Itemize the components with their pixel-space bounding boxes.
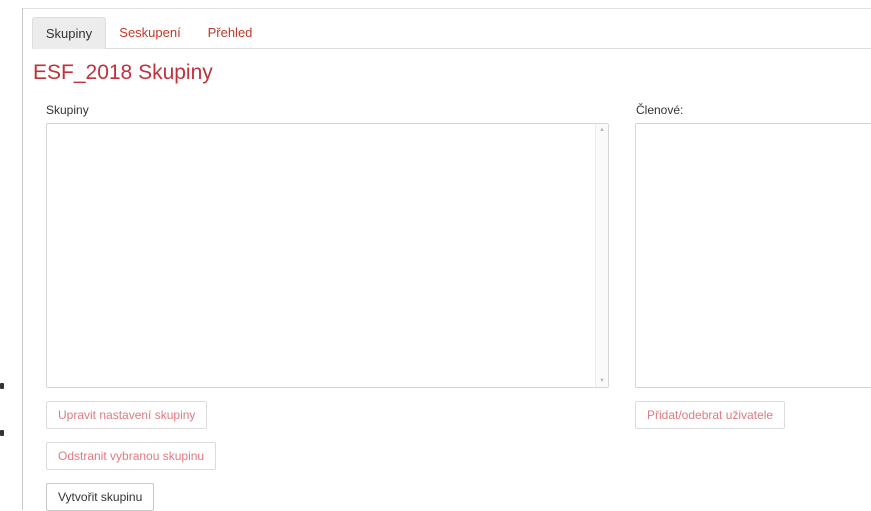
side-marker (0, 430, 4, 436)
tab-seskupeni[interactable]: Seskupení (110, 17, 190, 48)
frame-top-border (22, 8, 871, 9)
scroll-down-icon[interactable]: ▼ (599, 378, 605, 384)
side-marker (0, 383, 4, 389)
tab-prehled[interactable]: Přehled (198, 17, 262, 48)
tab-bar: Skupiny Seskupení Přehled (32, 17, 871, 49)
remove-group-button[interactable]: Odstranit vybranou skupinu (46, 442, 217, 470)
groups-label: Skupiny (46, 103, 89, 117)
tab-skupiny[interactable]: Skupiny (32, 17, 106, 49)
members-label: Členové: (636, 103, 684, 117)
frame-left-border (22, 8, 23, 510)
groups-listbox[interactable]: ▲ ▼ (46, 123, 609, 388)
scroll-up-icon[interactable]: ▲ (599, 127, 605, 133)
add-remove-users-button[interactable]: Přidat/odebrat uživatele (635, 401, 786, 429)
create-group-button[interactable]: Vytvořit skupinu (46, 483, 155, 511)
page-title: ESF_2018 Skupiny (33, 61, 213, 84)
members-listbox[interactable] (635, 123, 871, 388)
groups-scrollbar[interactable]: ▲ ▼ (595, 124, 608, 387)
edit-group-button[interactable]: Upravit nastavení skupiny (46, 401, 208, 429)
